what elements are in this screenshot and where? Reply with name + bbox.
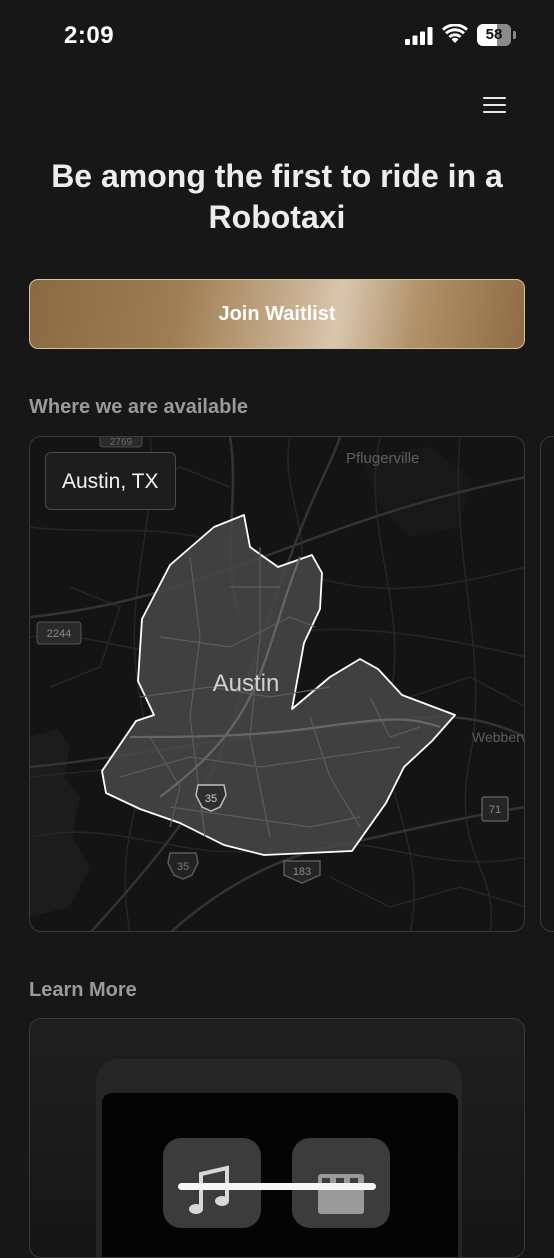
road-shield-183: 183	[283, 860, 321, 884]
service-area-map-card[interactable]: Austin Pflugerville Webberv 2769 2244 35…	[29, 436, 525, 932]
svg-text:183: 183	[293, 866, 311, 878]
home-indicator[interactable]	[178, 1183, 376, 1190]
battery-level: 58	[485, 26, 503, 43]
road-shield-71: 71	[481, 796, 509, 822]
map-label-webberville: Webberv	[472, 729, 525, 745]
svg-text:35: 35	[205, 793, 217, 805]
map-label-pflugerville: Pflugerville	[346, 450, 419, 467]
status-time: 2:09	[64, 22, 115, 49]
svg-text:2244: 2244	[47, 628, 71, 640]
hamburger-menu-icon[interactable]	[478, 90, 512, 120]
status-bar: 2:09 58	[0, 0, 554, 72]
svg-text:71: 71	[489, 804, 501, 816]
city-chip[interactable]: Austin, TX	[45, 452, 176, 510]
service-area-map: Austin Pflugerville Webberv 2769 2244 35…	[30, 437, 525, 931]
svg-text:35: 35	[177, 861, 189, 873]
cellular-signal-icon	[405, 27, 433, 45]
wifi-icon	[442, 24, 468, 43]
learn-more-section-label: Learn More	[29, 979, 137, 1001]
battery-indicator: 58	[477, 24, 517, 46]
page-title: Be among the first to ride in a Robotaxi	[51, 158, 503, 235]
availability-section-label: Where we are available	[29, 396, 249, 418]
learn-more-card[interactable]	[29, 1018, 525, 1258]
road-shield-2244: 2244	[36, 621, 82, 645]
next-city-card[interactable]	[540, 436, 554, 932]
road-shield-2769: 2769	[99, 437, 143, 448]
road-shield-i35-south: 35	[167, 852, 199, 880]
join-waitlist-button[interactable]: Join Waitlist	[29, 279, 525, 349]
svg-text:2769: 2769	[110, 437, 133, 448]
map-label-city: Austin	[213, 670, 280, 697]
